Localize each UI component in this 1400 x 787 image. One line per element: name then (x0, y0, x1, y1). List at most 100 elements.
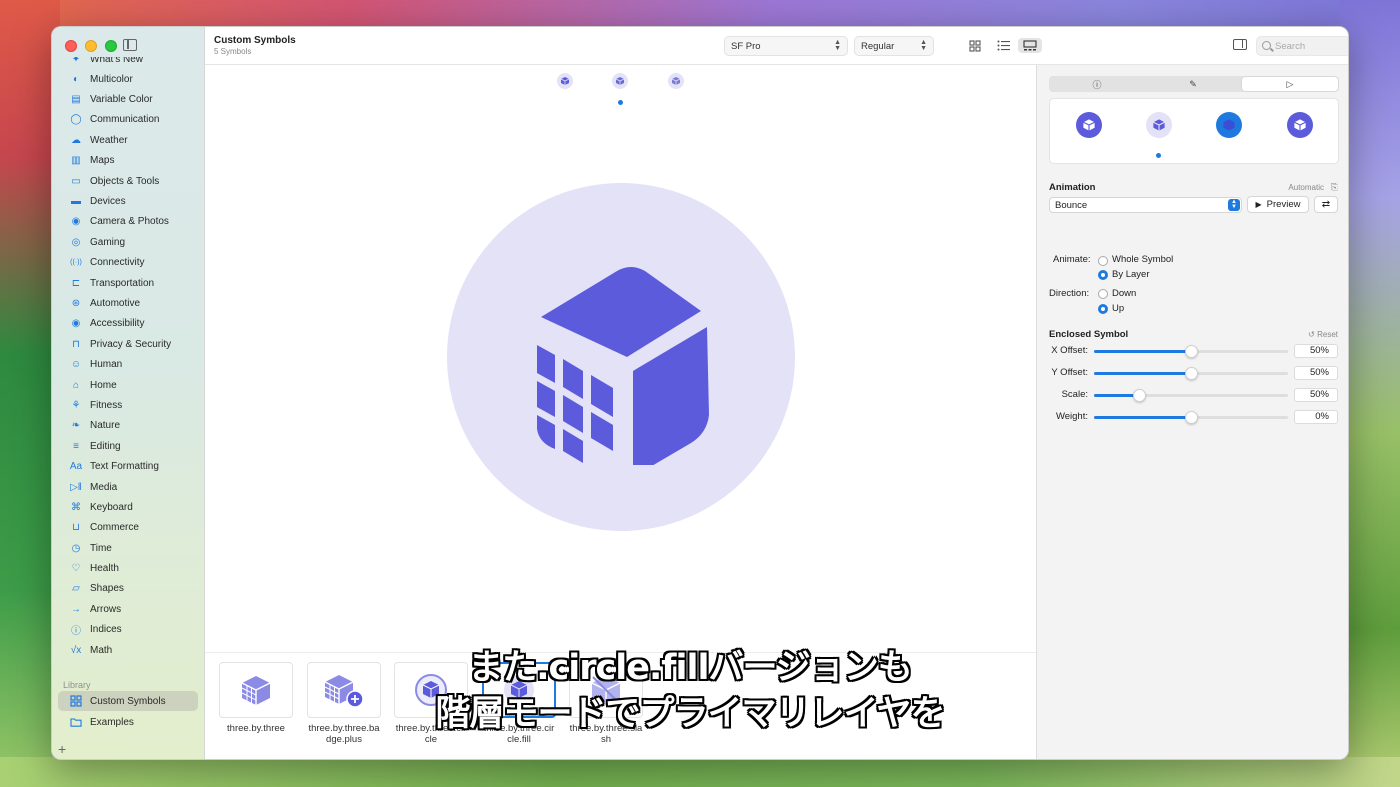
sidebar-item-camera-photos[interactable]: ◉ Camera & Photos (52, 212, 204, 232)
sidebar-item-editing[interactable]: ≡ Editing (52, 436, 204, 456)
sidebar-item-examples[interactable]: Examples (58, 712, 198, 732)
font-popup[interactable]: SF Pro ▲ ▼ (724, 36, 848, 56)
gallery-view-button[interactable] (1018, 38, 1042, 53)
tab-info[interactable]: ⓘ (1049, 76, 1145, 92)
slider-track[interactable] (1094, 345, 1288, 358)
slider-value-field[interactable]: 0% (1294, 410, 1338, 424)
animation-effect-value: Bounce (1055, 199, 1088, 211)
add-collection-button[interactable]: + (58, 741, 66, 757)
inspector-toggle-icon[interactable] (1233, 39, 1247, 50)
message-bubble-icon: ◯ (70, 114, 82, 126)
tab-animation[interactable]: ▷ (1242, 77, 1338, 91)
sidebar-item-time[interactable]: ◷ Time (52, 538, 204, 558)
rendering-mode-monochrome[interactable] (557, 73, 573, 89)
grid-view-button[interactable] (966, 38, 984, 53)
slider-value-field[interactable]: 50% (1294, 388, 1338, 402)
mode-hierarchical-button[interactable] (1146, 112, 1172, 138)
mode-palette-button[interactable] (1216, 112, 1242, 138)
sidebar-item-what-s-new[interactable]: ✦ What's New (52, 57, 204, 69)
copy-icon[interactable]: ⎘ (1331, 182, 1338, 193)
sidebar-item-human[interactable]: ☺ Human (52, 354, 204, 374)
direction-down-radio[interactable] (1098, 289, 1108, 299)
sidebar-item-home[interactable]: ⌂ Home (52, 375, 204, 395)
slider-track[interactable] (1094, 389, 1288, 402)
sidebar-item-multicolor[interactable]: ◐ Multicolor (52, 69, 204, 89)
rendering-mode-hierarchical[interactable] (612, 73, 628, 89)
arrow-icon: → (71, 603, 81, 615)
sidebar-item-custom-symbols[interactable]: Custom Symbols (58, 691, 198, 711)
close-button[interactable] (65, 40, 77, 52)
sidebar-item-commerce[interactable]: ⊔ Commerce (52, 518, 204, 538)
slider-track[interactable] (1094, 367, 1288, 380)
wallpaper-bottom (0, 757, 1400, 787)
repeat-button[interactable]: ⇄ (1314, 196, 1338, 213)
cube-icon (615, 77, 625, 85)
sidebar-item-label: Privacy & Security (90, 338, 172, 350)
list-view-button[interactable] (994, 38, 1012, 53)
sidebar-item-media[interactable]: ▷‖ Media (52, 477, 204, 497)
slider-knob[interactable] (1185, 367, 1198, 380)
sidebar-item-weather[interactable]: ☁ Weather (52, 130, 204, 150)
symbol-thumbnail (307, 662, 381, 718)
sidebar-item-objects-tools[interactable]: ▭ Objects & Tools (52, 171, 204, 191)
sidebar-item-variable-color[interactable]: ▤ Variable Color (52, 89, 204, 109)
mode-monochrome-button[interactable] (1076, 112, 1102, 138)
sidebar-item-keyboard[interactable]: ⌘ Keyboard (52, 497, 204, 517)
slider-label: Y Offset: (1051, 367, 1088, 378)
animation-effect-select[interactable]: Bounce ▲ ▼ (1049, 197, 1242, 213)
gamecontroller-icon: ◎ (71, 236, 81, 248)
sidebar-item-arrows[interactable]: → Arrows (52, 599, 204, 619)
sidebar-item-text-formatting[interactable]: Aa Text Formatting (52, 456, 204, 476)
sidebar-item-math[interactable]: √x Math (52, 640, 204, 660)
sidebar-item-indices[interactable]: ⓘ Indices (52, 620, 204, 640)
minimize-button[interactable] (85, 40, 97, 52)
search-field[interactable]: Search (1256, 36, 1348, 56)
animate-by-layer-radio[interactable] (1098, 270, 1108, 280)
slider-knob[interactable] (1185, 411, 1198, 424)
sidebar-item-gaming[interactable]: ◎ Gaming (52, 232, 204, 252)
symbol-tile[interactable]: three.by.three.badge.plus (307, 662, 381, 745)
window-controls (65, 40, 117, 52)
slider-label: X Offset: (1051, 345, 1088, 356)
sidebar-item-accessibility[interactable]: ◉ Accessibility (52, 314, 204, 334)
direction-up-radio[interactable] (1098, 304, 1108, 314)
sidebar-item-health[interactable]: ♡ Health (52, 558, 204, 578)
weight-popup[interactable]: Regular ▲ ▼ (854, 36, 934, 56)
sidebar-item-privacy-security[interactable]: ⊓ Privacy & Security (52, 334, 204, 354)
symbol-tile[interactable]: three.by.three (219, 662, 293, 734)
weight-popup-value: Regular (861, 40, 895, 52)
caption-line-1: また.circle.fillバージョンも (468, 648, 913, 688)
animate-whole-symbol-radio[interactable] (1098, 256, 1108, 266)
sidebar-item-shapes[interactable]: ▱ Shapes (52, 579, 204, 599)
sidebar-item-label: Health (90, 563, 119, 575)
slider-knob[interactable] (1132, 389, 1146, 402)
search-placeholder: Search (1275, 40, 1306, 52)
zoom-button[interactable] (105, 40, 117, 52)
sidebar-item-transportation[interactable]: ⊏ Transportation (52, 273, 204, 293)
preview-button[interactable]: ▶ Preview (1247, 196, 1309, 213)
sidebar-item-communication[interactable]: ◯ Communication (52, 110, 204, 130)
animate-label: Animate: (1053, 254, 1091, 265)
rendering-mode-palette[interactable] (668, 73, 684, 89)
slider-row: Scale: 50% (1037, 387, 1348, 403)
grid-view-icon (969, 39, 981, 52)
sidebar-item-label: Home (90, 379, 117, 391)
slider-track[interactable] (1094, 411, 1288, 424)
slider-knob[interactable] (1185, 345, 1198, 358)
tab-appearance[interactable]: ✎ (1145, 76, 1241, 92)
sidebar-item-automotive[interactable]: ⊛ Automotive (52, 293, 204, 313)
mode-multicolor-button[interactable] (1287, 112, 1313, 138)
sidebar-item-nature[interactable]: ❧ Nature (52, 416, 204, 436)
category-list: ✦ What's New ◐ Multicolor ▤ Variable Color ◯ Co… (52, 57, 204, 660)
sidebar-item-devices[interactable]: ▬ Devices (52, 191, 204, 211)
sidebar-item-fitness[interactable]: ⚘ Fitness (52, 395, 204, 415)
slider-value-field[interactable]: 50% (1294, 344, 1338, 358)
automatic-label: Automatic (1288, 183, 1324, 192)
slider-value-field[interactable]: 50% (1294, 366, 1338, 380)
sidebar-item-label: Fitness (90, 399, 123, 411)
sidebar-item-maps[interactable]: ▥ Maps (52, 151, 204, 171)
sidebar-toggle-icon[interactable] (123, 39, 137, 51)
info-icon: ⓘ (1092, 79, 1102, 90)
reset-button[interactable]: ↺ Reset (1308, 330, 1338, 339)
sidebar-item-connectivity[interactable]: ((·)) Connectivity (52, 253, 204, 273)
